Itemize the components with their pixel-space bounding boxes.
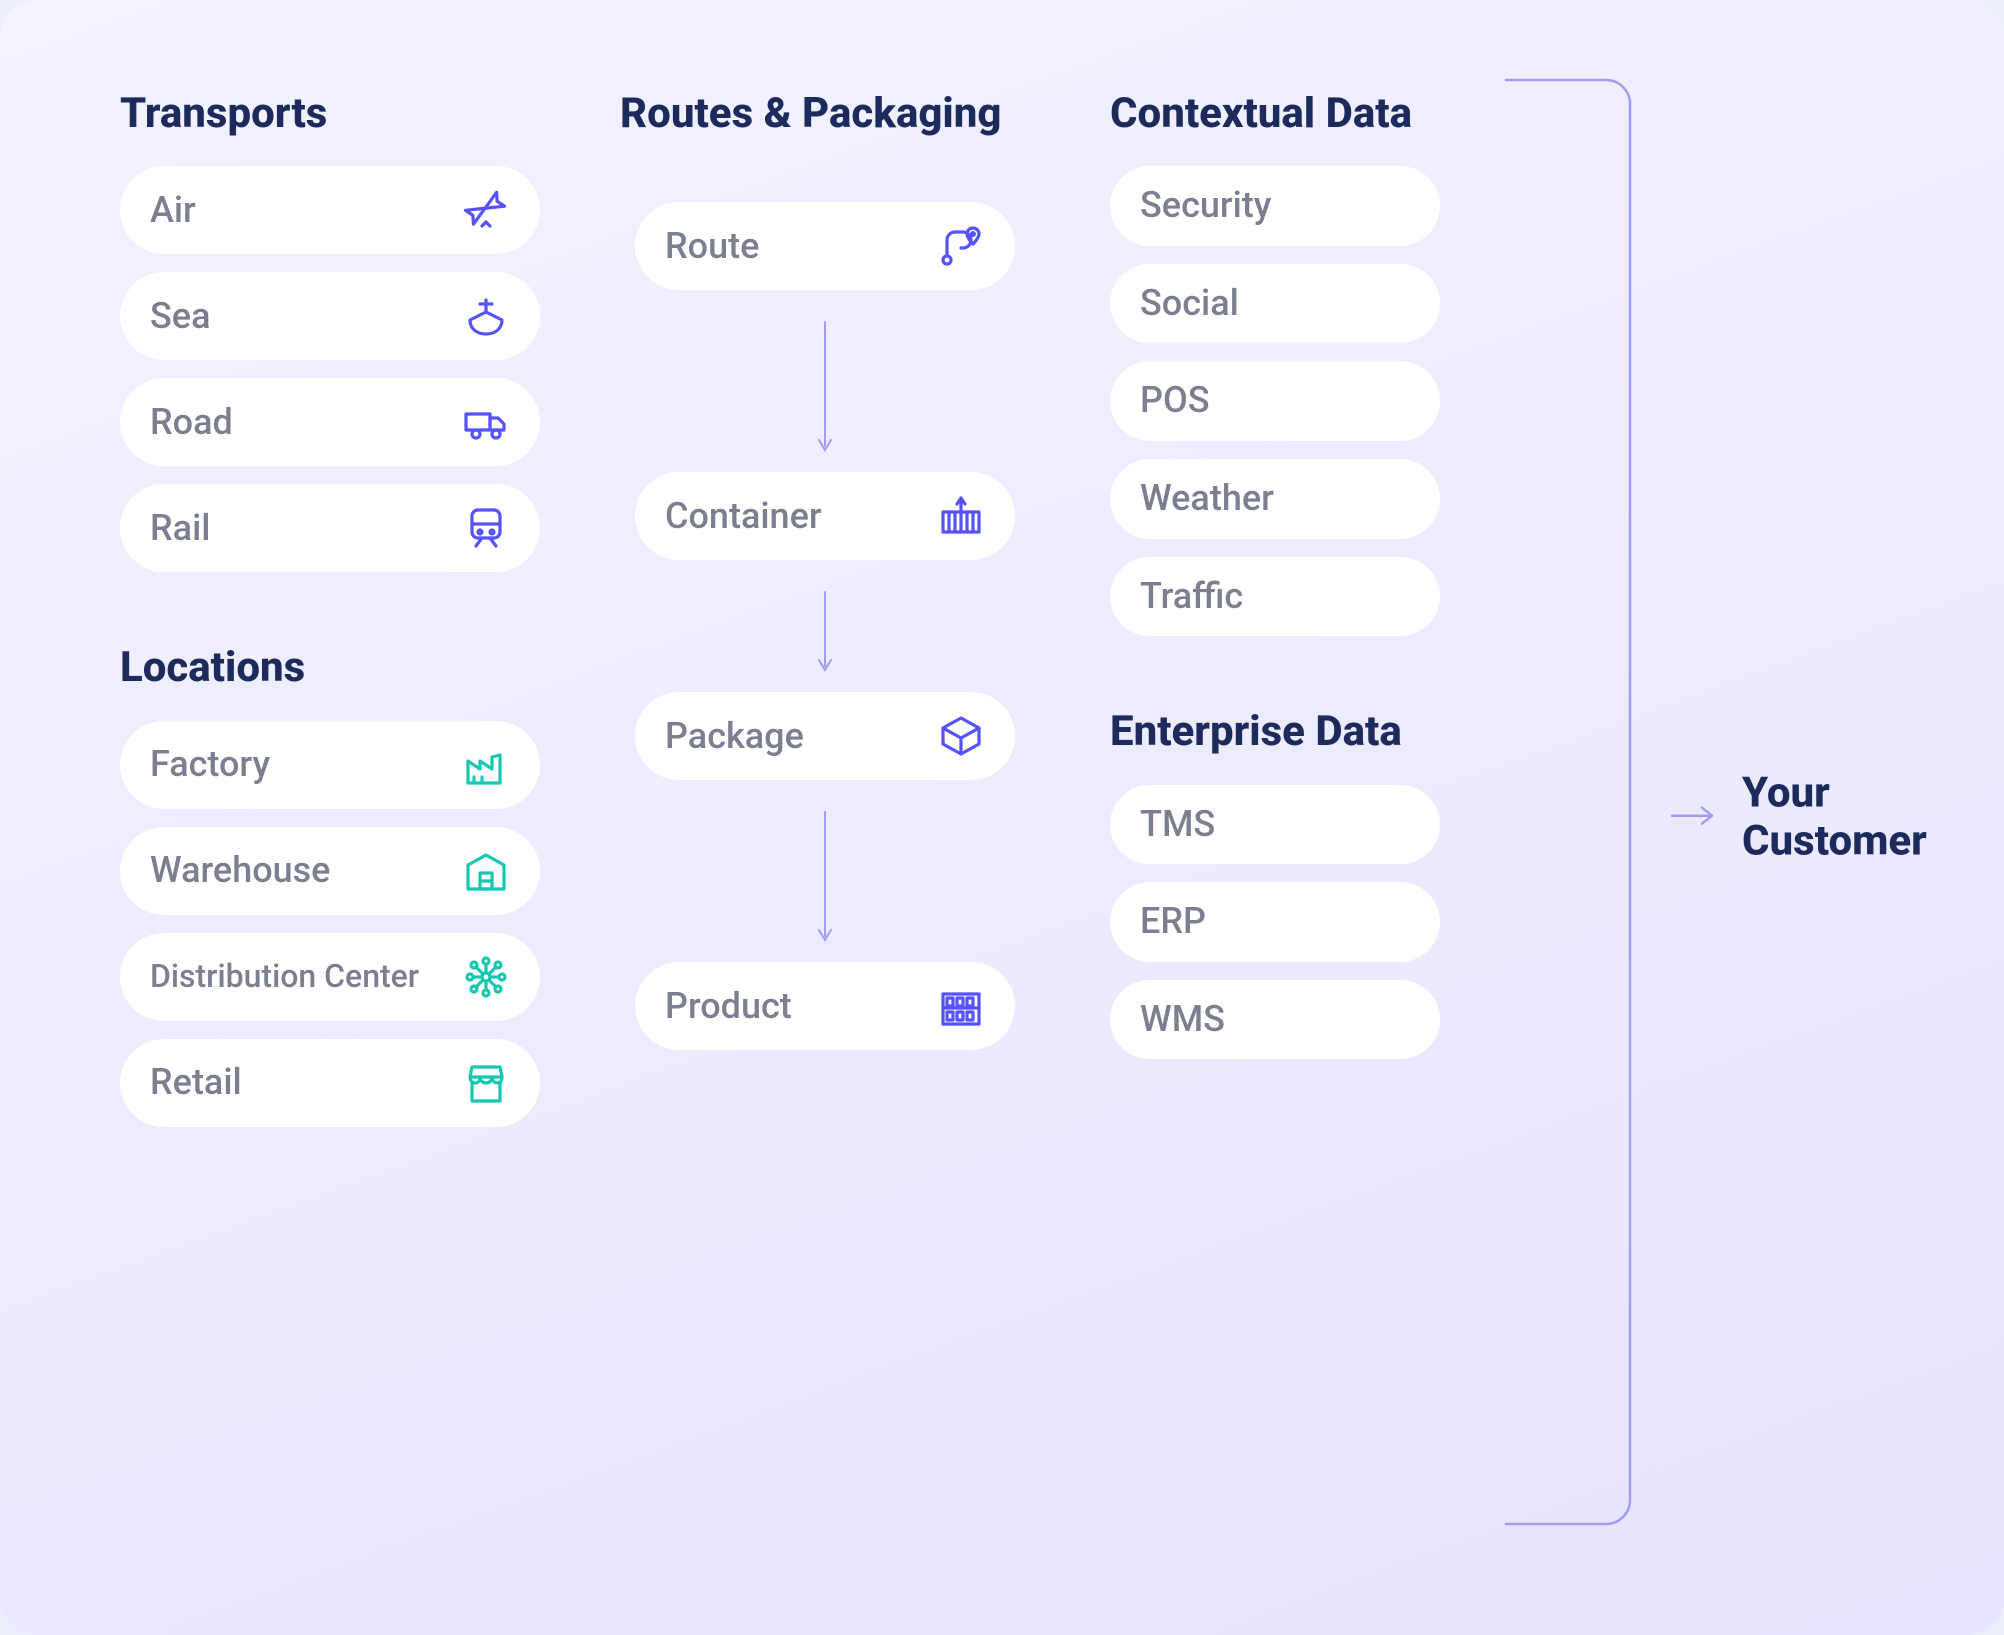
routes-packaging-title: Routes & Packaging [620,90,1030,138]
traffic-label: Traffic [1140,577,1243,617]
pill-rail: Rail [120,484,540,572]
airplane-icon [462,186,510,234]
customer-block: Your Customer [1670,769,1944,866]
pill-erp: ERP [1110,882,1440,962]
pill-weather: Weather [1110,459,1440,539]
pill-traffic: Traffic [1110,557,1440,637]
pill-product: Product [635,962,1015,1050]
storefront-icon [462,1059,510,1107]
route-label: Route [665,227,759,267]
warehouse-icon [462,847,510,895]
pill-security: Security [1110,166,1440,246]
flow-arrow-3 [620,798,1030,962]
shelf-icon [937,982,985,1030]
weather-label: Weather [1140,479,1274,519]
container-label: Container [665,497,822,537]
product-label: Product [665,987,792,1027]
network-icon [462,953,510,1001]
bracket-connector [1498,72,1638,1532]
pill-air: Air [120,166,540,254]
contextual-data-title: Contextual Data [1110,90,1440,138]
column-customer: Your Customer [1520,90,1944,1545]
flow-arrow-1 [620,308,1030,472]
truck-icon [462,398,510,446]
transports-title: Transports [120,90,540,138]
pill-road: Road [120,378,540,466]
ship-icon [462,292,510,340]
factory-icon [462,741,510,789]
retail-label: Retail [150,1063,242,1103]
air-label: Air [150,191,196,231]
wms-label: WMS [1140,1000,1225,1040]
diagram-canvas: Transports Air Sea Road [0,0,2004,1635]
road-label: Road [150,403,233,443]
warehouse-label: Warehouse [150,851,330,891]
column-transports-locations: Transports Air Sea Road [120,90,540,1545]
train-icon [462,504,510,552]
pill-pos: POS [1110,361,1440,441]
pill-factory: Factory [120,721,540,809]
pill-container: Container [635,472,1015,560]
factory-label: Factory [150,745,270,785]
distribution-center-label: Distribution Center [150,959,419,994]
arrow-right-icon [1670,804,1718,832]
enterprise-data-title: Enterprise Data [1110,708,1440,756]
pill-package: Package [635,692,1015,780]
rail-label: Rail [150,509,210,549]
pill-social: Social [1110,264,1440,344]
package-icon [937,712,985,760]
tms-label: TMS [1140,805,1215,845]
pill-route: Route [635,202,1015,290]
pill-retail: Retail [120,1039,540,1127]
locations-title: Locations [120,644,540,692]
pill-wms: WMS [1110,980,1440,1060]
pill-warehouse: Warehouse [120,827,540,915]
route-icon [937,222,985,270]
pill-sea: Sea [120,272,540,360]
social-label: Social [1140,284,1239,324]
flow-arrow-2 [620,578,1030,692]
your-customer-label: Your Customer [1742,769,1944,866]
column-data: Contextual Data Security Social POS Weat… [1110,90,1440,1545]
erp-label: ERP [1140,902,1206,942]
sea-label: Sea [150,297,211,337]
package-label: Package [665,717,804,757]
column-routes-packaging: Routes & Packaging Route Container [620,90,1030,1545]
pos-label: POS [1140,381,1210,421]
pill-distribution-center: Distribution Center [120,933,540,1021]
pill-tms: TMS [1110,785,1440,865]
container-icon [937,492,985,540]
security-label: Security [1140,186,1271,226]
